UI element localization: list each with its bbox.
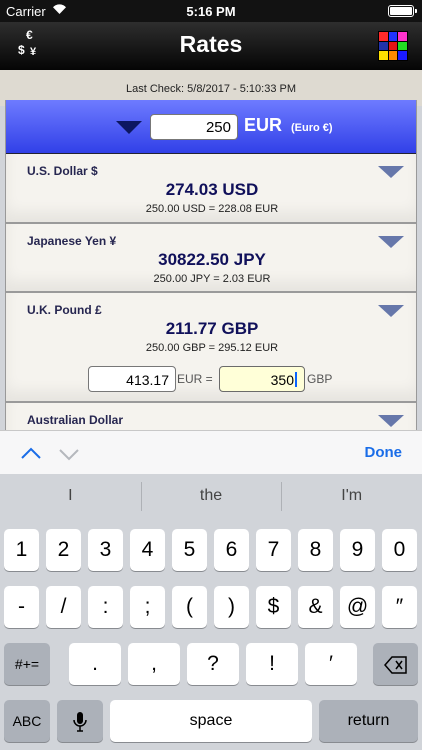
predictive-text-bar: I the I'm bbox=[0, 474, 422, 519]
currency-name: U.K. Pound £ bbox=[27, 303, 102, 317]
prediction-item[interactable]: I bbox=[0, 474, 141, 519]
currency-row-gbp[interactable]: U.K. Pound £ 211.77 GBP 250.00 GBP = 295… bbox=[6, 293, 416, 403]
prediction-item[interactable]: the bbox=[140, 474, 282, 519]
currency-row-jpy[interactable]: Japanese Yen ¥ 30822.50 JPY 250.00 JPY =… bbox=[6, 224, 416, 293]
currency-name: U.S. Dollar $ bbox=[27, 164, 98, 178]
key-dollar[interactable]: $ bbox=[256, 586, 291, 628]
key-0[interactable]: 0 bbox=[382, 529, 417, 571]
color-grid-icon[interactable] bbox=[378, 31, 408, 61]
base-amount-input[interactable]: 250 bbox=[150, 114, 238, 140]
key-4[interactable]: 4 bbox=[130, 529, 165, 571]
base-currency-dropdown-icon[interactable] bbox=[116, 121, 142, 134]
converted-amount: 274.03 USD bbox=[165, 180, 259, 199]
key-symbols-toggle[interactable]: #+= bbox=[4, 643, 50, 685]
key-3[interactable]: 3 bbox=[88, 529, 123, 571]
key-semicolon[interactable]: ; bbox=[130, 586, 165, 628]
key-comma[interactable]: , bbox=[128, 643, 180, 685]
calculator-target-value: 350 bbox=[270, 372, 294, 388]
expand-arrow-icon[interactable] bbox=[378, 166, 404, 178]
prediction-item[interactable]: I'm bbox=[281, 474, 422, 519]
converted-amount: 30822.50 JPY bbox=[158, 250, 266, 269]
inverse-rate: 250.00 GBP = 295.12 EUR bbox=[145, 342, 279, 354]
expand-arrow-icon[interactable] bbox=[378, 236, 404, 248]
key-ampersand[interactable]: & bbox=[298, 586, 333, 628]
microphone-icon bbox=[73, 712, 87, 733]
nav-bar: € $ ¥ Rates bbox=[0, 22, 422, 70]
calculator-target-input[interactable]: 350 bbox=[219, 366, 305, 392]
keyboard-accessory-bar: Done bbox=[0, 430, 422, 474]
expand-arrow-icon[interactable] bbox=[378, 305, 404, 317]
color-grid-cell bbox=[379, 32, 388, 41]
base-currency-code: EUR bbox=[244, 115, 283, 135]
space-key[interactable]: space bbox=[110, 700, 312, 742]
key-6[interactable]: 6 bbox=[214, 529, 249, 571]
key-8[interactable]: 8 bbox=[298, 529, 333, 571]
color-grid-cell bbox=[388, 41, 398, 51]
color-grid-cell bbox=[379, 51, 388, 60]
key-exclamation[interactable]: ! bbox=[246, 643, 298, 685]
key-5[interactable]: 5 bbox=[172, 529, 207, 571]
calculator-base-code: EUR = bbox=[177, 372, 213, 386]
done-button[interactable]: Done bbox=[365, 444, 403, 461]
key-2[interactable]: 2 bbox=[46, 529, 81, 571]
key-slash[interactable]: / bbox=[46, 586, 81, 628]
next-field-chevron-down-icon[interactable] bbox=[58, 443, 80, 465]
color-grid-cell bbox=[379, 41, 388, 51]
key-9[interactable]: 9 bbox=[340, 529, 375, 571]
backspace-key[interactable] bbox=[373, 643, 418, 685]
dictation-key[interactable] bbox=[57, 700, 103, 742]
battery-icon bbox=[388, 5, 417, 17]
status-bar: Carrier 5:16 PM bbox=[0, 0, 422, 22]
previous-field-chevron-up-icon[interactable] bbox=[20, 443, 42, 465]
status-time: 5:16 PM bbox=[186, 4, 236, 19]
key-question[interactable]: ? bbox=[187, 643, 239, 685]
color-grid-cell bbox=[388, 32, 398, 41]
currency-row-aud[interactable]: Australian Dollar bbox=[6, 403, 416, 430]
inverse-rate: 250.00 USD = 228.08 EUR bbox=[145, 203, 279, 215]
key-double-quote[interactable]: ″ bbox=[382, 586, 417, 628]
currency-name: Japanese Yen ¥ bbox=[27, 234, 117, 248]
return-key[interactable]: return bbox=[319, 700, 418, 742]
text-caret bbox=[295, 372, 297, 387]
key-7[interactable]: 7 bbox=[256, 529, 291, 571]
key-open-paren[interactable]: ( bbox=[172, 586, 207, 628]
color-grid-cell bbox=[398, 51, 407, 60]
key-close-paren[interactable]: ) bbox=[214, 586, 249, 628]
color-grid-cell bbox=[398, 41, 407, 51]
converted-amount: 211.77 GBP bbox=[165, 319, 259, 338]
inverse-rate: 250.00 JPY = 2.03 EUR bbox=[153, 273, 271, 285]
currency-row-usd[interactable]: U.S. Dollar $ 274.03 USD 250.00 USD = 22… bbox=[6, 154, 416, 224]
color-grid-cell bbox=[388, 51, 398, 60]
color-grid-cell bbox=[398, 32, 407, 41]
key-period[interactable]: . bbox=[69, 643, 121, 685]
base-currency-row: 250 EUR (Euro €) bbox=[6, 100, 416, 154]
currency-name: Australian Dollar bbox=[27, 413, 124, 427]
backspace-icon bbox=[383, 656, 408, 675]
key-abc[interactable]: ABC bbox=[4, 700, 50, 742]
key-at[interactable]: @ bbox=[340, 586, 375, 628]
key-1[interactable]: 1 bbox=[4, 529, 39, 571]
calculator-base-input[interactable]: 413.17 bbox=[88, 366, 176, 392]
page-title: Rates bbox=[179, 31, 243, 57]
calculator-target-code: GBP bbox=[307, 372, 333, 386]
key-colon[interactable]: : bbox=[88, 586, 123, 628]
rates-list: 250 EUR (Euro €) U.S. Dollar $ 274.03 US… bbox=[5, 100, 417, 430]
base-currency-name: (Euro €) bbox=[291, 122, 333, 134]
key-apostrophe[interactable]: ′ bbox=[305, 643, 357, 685]
key-hyphen[interactable]: - bbox=[4, 586, 39, 628]
expand-arrow-icon[interactable] bbox=[378, 415, 404, 427]
